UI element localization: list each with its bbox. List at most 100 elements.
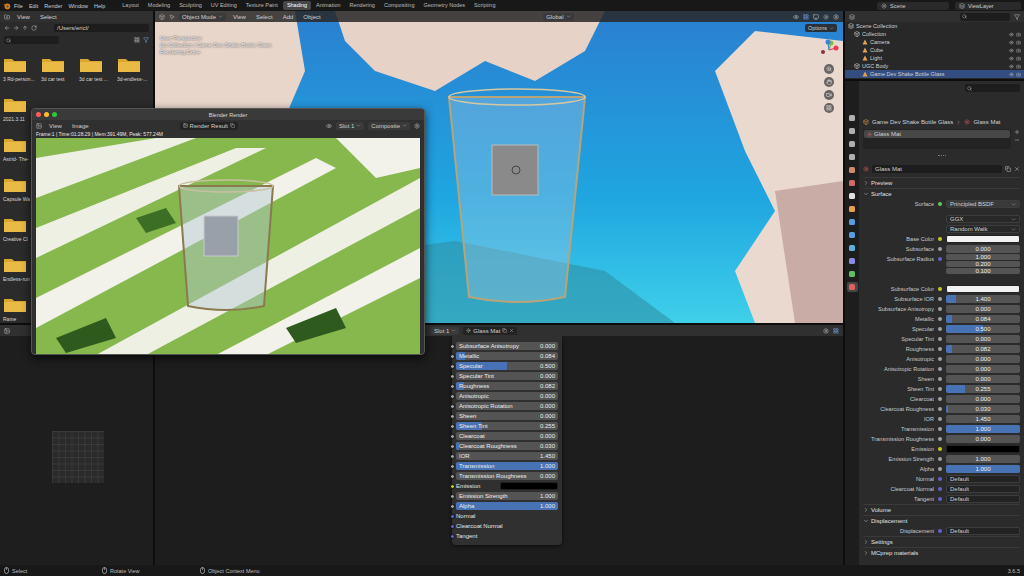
outliner-row[interactable]: Collection xyxy=(845,30,1024,38)
unlink-icon[interactable] xyxy=(1014,166,1020,172)
socket-icon[interactable] xyxy=(938,437,942,441)
dropdown[interactable]: Random Walk xyxy=(946,225,1020,233)
dropdown[interactable]: Principled BSDF xyxy=(946,200,1020,208)
value-field[interactable]: 0.000 xyxy=(946,375,1020,383)
panel-header[interactable]: Displacement xyxy=(863,515,1020,526)
socket-icon[interactable] xyxy=(450,424,455,429)
panel-header[interactable]: MCprep materials xyxy=(863,547,1020,558)
node-canvas[interactable]: Subsurface Anisotropy0.000Metallic0.084S… xyxy=(155,336,843,565)
unlink-icon[interactable] xyxy=(509,328,514,333)
dropdown[interactable]: Default xyxy=(946,475,1020,483)
panel-header[interactable]: Surface xyxy=(863,188,1020,199)
dropdown[interactable]: Default xyxy=(946,495,1020,503)
dropdown[interactable]: Slot 1 xyxy=(336,122,364,130)
folder-item[interactable]: 3 Rd-person... xyxy=(3,56,41,96)
window-control-button[interactable] xyxy=(36,112,41,117)
socket-icon[interactable] xyxy=(450,434,455,439)
node-options-icon[interactable] xyxy=(823,328,829,334)
value-field[interactable]: 0.100 xyxy=(946,268,1020,274)
ortho-icon[interactable] xyxy=(826,105,832,111)
workspace-tab[interactable]: UV Editing xyxy=(207,1,241,10)
window-control-button[interactable] xyxy=(44,112,49,117)
socket-icon[interactable] xyxy=(938,467,942,471)
camera-view-icon[interactable] xyxy=(826,92,832,98)
principled-bsdf-node[interactable]: Subsurface Anisotropy0.000Metallic0.084S… xyxy=(452,336,562,545)
value-field[interactable]: 0.255 xyxy=(946,385,1020,393)
socket-icon[interactable] xyxy=(450,514,455,519)
properties-tab[interactable] xyxy=(847,178,858,188)
socket-icon[interactable] xyxy=(938,287,942,291)
properties-tab[interactable] xyxy=(847,126,858,136)
dropdown[interactable]: Slot 1 xyxy=(431,327,459,335)
value-field[interactable]: Roughness0.082 xyxy=(456,382,558,390)
socket-icon[interactable] xyxy=(450,504,455,509)
zoom-icon[interactable] xyxy=(826,66,832,72)
value-field[interactable]: IOR1.450 xyxy=(456,452,558,460)
value-field[interactable]: Anisotropic Rotation0.000 xyxy=(456,402,558,410)
socket-icon[interactable] xyxy=(938,247,942,251)
value-field[interactable]: Specular0.500 xyxy=(456,362,558,370)
value-field[interactable]: 0.000 xyxy=(946,245,1020,253)
outliner-row[interactable]: UGC Body xyxy=(845,62,1024,70)
socket-icon[interactable] xyxy=(938,237,942,241)
duplicate-icon[interactable] xyxy=(502,328,507,333)
socket-icon[interactable] xyxy=(938,317,942,321)
chevron-down-icon[interactable] xyxy=(863,518,869,524)
render-window[interactable]: Blender RenderViewImageRender ResultSlot… xyxy=(31,108,425,355)
chevron-right-icon[interactable] xyxy=(863,180,869,186)
path-field[interactable]: /Users/ericl/ xyxy=(54,24,149,32)
select-mode-icon[interactable] xyxy=(169,14,175,20)
workspace-tab[interactable]: Modeling xyxy=(144,1,174,10)
workspace-tab[interactable]: Texture Paint xyxy=(242,1,282,10)
slot-item[interactable]: Glass Mat xyxy=(864,130,1010,138)
socket-icon[interactable] xyxy=(938,367,942,371)
socket-icon[interactable] xyxy=(450,534,455,539)
socket-icon[interactable] xyxy=(938,417,942,421)
socket-icon[interactable] xyxy=(938,529,942,533)
options-button[interactable]: Options xyxy=(805,24,837,32)
value-field[interactable]: 0.000 xyxy=(946,435,1020,443)
socket-icon[interactable] xyxy=(450,384,455,389)
folder-item[interactable]: 3d car test xyxy=(41,56,79,96)
value-field[interactable]: Transmission1.000 xyxy=(456,462,558,470)
color-swatch[interactable] xyxy=(946,445,1020,453)
eye-icon[interactable] xyxy=(1009,32,1014,37)
overlay-icon[interactable] xyxy=(803,14,809,20)
render-toggle-icon[interactable] xyxy=(1016,48,1021,53)
gizmo-button[interactable] xyxy=(824,90,834,100)
visibility-icon[interactable] xyxy=(793,14,799,20)
value-field[interactable]: 0.000 xyxy=(946,355,1020,363)
value-field[interactable]: Metallic0.084 xyxy=(456,352,558,360)
menu-item[interactable]: Select xyxy=(253,14,276,20)
socket-icon[interactable] xyxy=(938,357,942,361)
outliner-row[interactable]: Scene Collection xyxy=(845,22,1024,30)
socket-icon[interactable] xyxy=(450,374,455,379)
socket-icon[interactable] xyxy=(938,202,942,206)
value-field[interactable]: Sheen0.000 xyxy=(456,412,558,420)
socket-icon[interactable] xyxy=(938,297,942,301)
socket-icon[interactable] xyxy=(450,464,455,469)
workspace-tab[interactable]: Sculpting xyxy=(175,1,206,10)
dropdown[interactable]: Render Result xyxy=(180,122,238,130)
socket-icon[interactable] xyxy=(938,387,942,391)
properties-tab[interactable] xyxy=(847,243,858,253)
value-field[interactable]: 1.400 xyxy=(946,295,1020,303)
value-field[interactable]: Transmission Roughness0.000 xyxy=(456,472,558,480)
value-field[interactable]: 1.000 xyxy=(946,254,1020,260)
color-swatch[interactable] xyxy=(946,285,1020,293)
socket-icon[interactable] xyxy=(450,524,455,529)
editor-type-icon[interactable] xyxy=(159,14,165,20)
value-field[interactable]: 0.000 xyxy=(946,365,1020,373)
outliner-row[interactable]: Camera xyxy=(845,38,1024,46)
eye-icon[interactable] xyxy=(1009,64,1014,69)
properties-tab[interactable] xyxy=(847,230,858,240)
value-field[interactable]: 0.000 xyxy=(946,395,1020,403)
menu-item[interactable]: Help xyxy=(91,3,108,9)
workspace-tab[interactable]: Compositing xyxy=(380,1,419,10)
parent-icon[interactable] xyxy=(22,25,28,31)
overlay-icon[interactable] xyxy=(833,328,839,334)
socket-icon[interactable] xyxy=(450,444,455,449)
gizmo-button[interactable] xyxy=(824,77,834,87)
value-field[interactable]: Clearcoat0.000 xyxy=(456,432,558,440)
socket-icon[interactable] xyxy=(938,377,942,381)
